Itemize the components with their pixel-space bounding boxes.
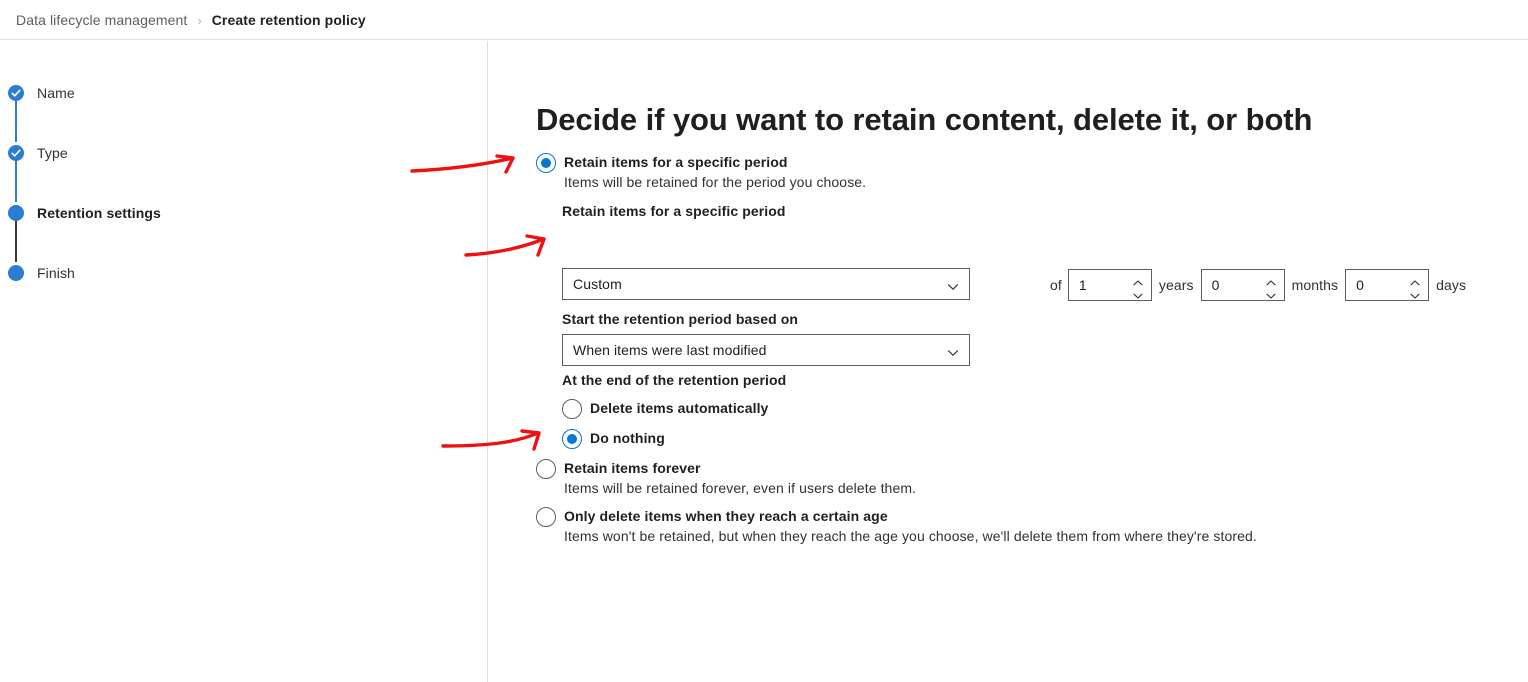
radio-option-delete-automatically[interactable]: Delete items automatically xyxy=(562,399,768,419)
radio-button-retain-specific-period[interactable] xyxy=(536,153,556,173)
days-spinner[interactable]: 0 xyxy=(1345,269,1430,302)
months-value: 0 xyxy=(1211,277,1220,293)
duration-prefix-word: of xyxy=(1050,277,1062,293)
field-label-end-of-retention-period: At the end of the retention period xyxy=(562,372,787,388)
radio-label-retain-specific-period: Retain items for a specific period xyxy=(564,154,788,170)
field-label-start-retention-period: Start the retention period based on xyxy=(562,311,799,327)
years-spinner-arrows xyxy=(1131,270,1145,302)
days-spinner-arrows xyxy=(1408,270,1422,302)
retention-start-value: When items were last modified xyxy=(573,342,767,358)
chevron-up-icon[interactable] xyxy=(1131,275,1145,285)
chevron-down-icon[interactable] xyxy=(1264,288,1278,299)
retention-preset-value: Custom xyxy=(573,276,622,292)
check-circle-icon xyxy=(8,145,24,161)
radio-option-only-delete-certain-age[interactable]: Only delete items when they reach a cert… xyxy=(536,507,1257,546)
months-unit-label: months xyxy=(1291,277,1339,293)
step-marker-name xyxy=(8,85,24,101)
sidebar-item-label-name: Name xyxy=(37,85,75,101)
radio-option-retain-specific-period[interactable]: Retain items for a specific period Items… xyxy=(536,153,866,192)
chevron-down-icon[interactable] xyxy=(1131,288,1145,299)
radio-option-text-group: Do nothing xyxy=(590,429,665,448)
retention-duration-row: of 1 years 0 months 0 days xyxy=(1050,269,1466,301)
radio-description-only-delete-certain-age: Items won't be retained, but when they r… xyxy=(564,528,1257,544)
filled-circle-icon xyxy=(8,205,24,221)
filled-circle-icon xyxy=(8,265,24,281)
radio-option-text-group: Delete items automatically xyxy=(590,399,768,418)
radio-option-text-group: Retain items for a specific period Items… xyxy=(564,153,866,192)
step-connector-name-type xyxy=(15,100,17,142)
sidebar-item-retention-settings[interactable]: Retention settings xyxy=(8,203,161,223)
radio-label-delete-automatically: Delete items automatically xyxy=(590,400,769,416)
radio-button-delete-automatically[interactable] xyxy=(562,399,582,419)
months-spinner[interactable]: 0 xyxy=(1200,269,1285,302)
retention-start-dropdown[interactable]: When items were last modified xyxy=(562,334,970,366)
sidebar-item-name[interactable]: Name xyxy=(8,83,75,103)
radio-label-only-delete-certain-age: Only delete items when they reach a cert… xyxy=(564,508,888,524)
breadcrumb: Data lifecycle management › Create reten… xyxy=(16,0,366,40)
radio-option-do-nothing[interactable]: Do nothing xyxy=(562,429,665,449)
radio-option-text-group: Retain items forever Items will be retai… xyxy=(564,459,916,498)
sidebar-item-finish[interactable]: Finish xyxy=(8,263,75,283)
retention-preset-dropdown[interactable]: Custom xyxy=(562,268,970,300)
radio-option-retain-forever[interactable]: Retain items forever Items will be retai… xyxy=(536,459,916,498)
chevron-down-icon xyxy=(947,279,959,297)
page-title: Decide if you want to retain content, de… xyxy=(536,101,1313,137)
chevron-down-icon[interactable] xyxy=(1408,288,1422,299)
main-content: Decide if you want to retain content, de… xyxy=(488,41,1528,682)
days-unit-label: days xyxy=(1436,277,1467,293)
step-connector-retention-finish xyxy=(15,220,17,262)
sidebar-item-label-type: Type xyxy=(37,145,68,161)
days-value: 0 xyxy=(1356,277,1365,293)
years-value: 1 xyxy=(1078,277,1087,293)
chevron-down-icon xyxy=(947,345,959,363)
step-connector-type-retention xyxy=(15,160,17,202)
check-circle-icon xyxy=(8,85,24,101)
breadcrumb-current-create-retention-policy: Create retention policy xyxy=(211,12,366,28)
field-label-retain-period: Retain items for a specific period xyxy=(562,203,786,219)
chevron-right-icon: › xyxy=(197,12,202,28)
chevron-up-icon[interactable] xyxy=(1264,275,1278,285)
radio-button-do-nothing[interactable] xyxy=(562,429,582,449)
step-marker-type xyxy=(8,145,24,161)
step-marker-retention-settings xyxy=(8,205,24,221)
sidebar-item-label-finish: Finish xyxy=(37,265,75,281)
sidebar-item-type[interactable]: Type xyxy=(8,143,68,163)
radio-option-text-group: Only delete items when they reach a cert… xyxy=(564,507,1257,546)
radio-description-retain-specific-period: Items will be retained for the period yo… xyxy=(564,174,867,190)
sidebar-item-label-retention-settings: Retention settings xyxy=(37,205,161,221)
radio-label-do-nothing: Do nothing xyxy=(590,430,665,446)
years-spinner[interactable]: 1 xyxy=(1067,269,1152,302)
radio-button-only-delete-certain-age[interactable] xyxy=(536,507,556,527)
page-header: Data lifecycle management › Create reten… xyxy=(0,0,1528,40)
radio-button-retain-forever[interactable] xyxy=(536,459,556,479)
years-unit-label: years xyxy=(1158,277,1194,293)
wizard-step-rail: Name Type Retention settings Finish xyxy=(0,41,488,682)
radio-label-retain-forever: Retain items forever xyxy=(564,460,701,476)
breadcrumb-link-data-lifecycle-management[interactable]: Data lifecycle management xyxy=(16,12,187,28)
radio-description-retain-forever: Items will be retained forever, even if … xyxy=(564,480,917,496)
months-spinner-arrows xyxy=(1264,270,1278,302)
chevron-up-icon[interactable] xyxy=(1408,275,1422,285)
step-marker-finish xyxy=(8,265,24,281)
